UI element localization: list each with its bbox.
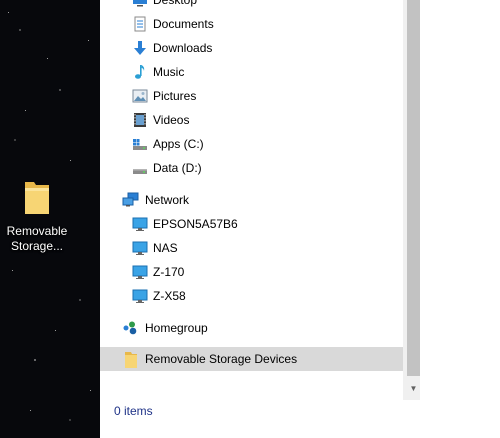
- nav-item-label: Removable Storage Devices: [145, 352, 298, 366]
- star: [70, 160, 71, 161]
- nav-item-homegroup[interactable]: Homegroup: [100, 316, 403, 340]
- desktop-shortcut-removable-storage[interactable]: Removable Storage...: [2, 178, 72, 254]
- folder-icon: [124, 351, 140, 368]
- nav-item-label: Apps (C:): [153, 137, 204, 151]
- homegroup-icon: [122, 320, 138, 336]
- nav-item-label: Z-X58: [153, 289, 186, 303]
- nav-item-label: EPSON5A57B6: [153, 217, 238, 231]
- nav-item-drive-d[interactable]: Data (D:): [100, 156, 403, 180]
- nav-item-computer-zx58[interactable]: Z-X58: [100, 284, 403, 308]
- drive-c-icon: [132, 136, 148, 152]
- item-count: 0 items: [114, 404, 153, 418]
- nav-item-downloads[interactable]: Downloads: [100, 36, 403, 60]
- videos-icon: [132, 112, 148, 128]
- nav-item-pictures[interactable]: Pictures: [100, 84, 403, 108]
- nav-pane-scrollbar[interactable]: ▼: [403, 0, 420, 400]
- computer-icon: [132, 216, 148, 232]
- nav-item-label: Data (D:): [153, 161, 202, 175]
- music-icon: [132, 64, 148, 80]
- nav-item-label: Music: [153, 65, 185, 79]
- computer-icon: [132, 288, 148, 304]
- drive-d-icon: [132, 160, 148, 176]
- nav-item-desktop[interactable]: Desktop: [100, 0, 403, 12]
- nav-item-videos[interactable]: Videos: [100, 108, 403, 132]
- status-bar: 0 items: [100, 400, 500, 422]
- nav-item-documents[interactable]: Documents: [100, 12, 403, 36]
- star: [47, 58, 48, 59]
- nav-item-network[interactable]: Network: [100, 188, 403, 212]
- scroll-down-arrow-icon[interactable]: ▼: [407, 382, 420, 396]
- scrollbar-thumb[interactable]: [407, 0, 420, 376]
- nav-item-removable-storage[interactable]: Removable Storage Devices: [100, 347, 403, 371]
- nav-item-music[interactable]: Music: [100, 60, 403, 84]
- nav-item-label: Network: [145, 193, 190, 207]
- folder-icon: [22, 178, 52, 218]
- nav-item-computer-z170[interactable]: Z-170: [100, 260, 403, 284]
- computer-icon: [132, 240, 148, 256]
- star: [90, 390, 91, 391]
- star: [25, 110, 26, 111]
- nav-item-label: Homegroup: [145, 321, 208, 335]
- nav-item-label: Documents: [153, 17, 214, 31]
- desktop-icon: [132, 0, 148, 8]
- nav-item-label: Z-170: [153, 265, 185, 279]
- window-bottom-edge: [100, 422, 500, 438]
- star: [8, 12, 9, 13]
- nav-item-computer-nas[interactable]: NAS: [100, 236, 403, 260]
- network-icon: [122, 192, 139, 208]
- documents-icon: [132, 16, 148, 32]
- navigation-pane[interactable]: Desktop Documents Downloads Music Pictur…: [100, 0, 403, 400]
- nav-item-label: Videos: [153, 113, 190, 127]
- nav-item-drive-c[interactable]: Apps (C:): [100, 132, 403, 156]
- nav-item-computer-epson[interactable]: EPSON5A57B6: [100, 212, 403, 236]
- star: [12, 270, 13, 271]
- nav-item-label: Pictures: [153, 89, 197, 103]
- nav-item-label: Downloads: [153, 41, 213, 55]
- file-list-pane[interactable]: [420, 0, 500, 400]
- file-explorer-window: Desktop Documents Downloads Music Pictur…: [100, 0, 500, 438]
- downloads-icon: [132, 40, 148, 56]
- nav-item-label: Desktop: [153, 0, 198, 7]
- pictures-icon: [132, 88, 148, 104]
- star: [88, 40, 89, 41]
- nav-item-label: NAS: [153, 241, 178, 255]
- computer-icon: [132, 264, 148, 280]
- star: [30, 410, 31, 411]
- star: [55, 330, 56, 331]
- desktop-shortcut-label: Removable Storage...: [6, 224, 68, 253]
